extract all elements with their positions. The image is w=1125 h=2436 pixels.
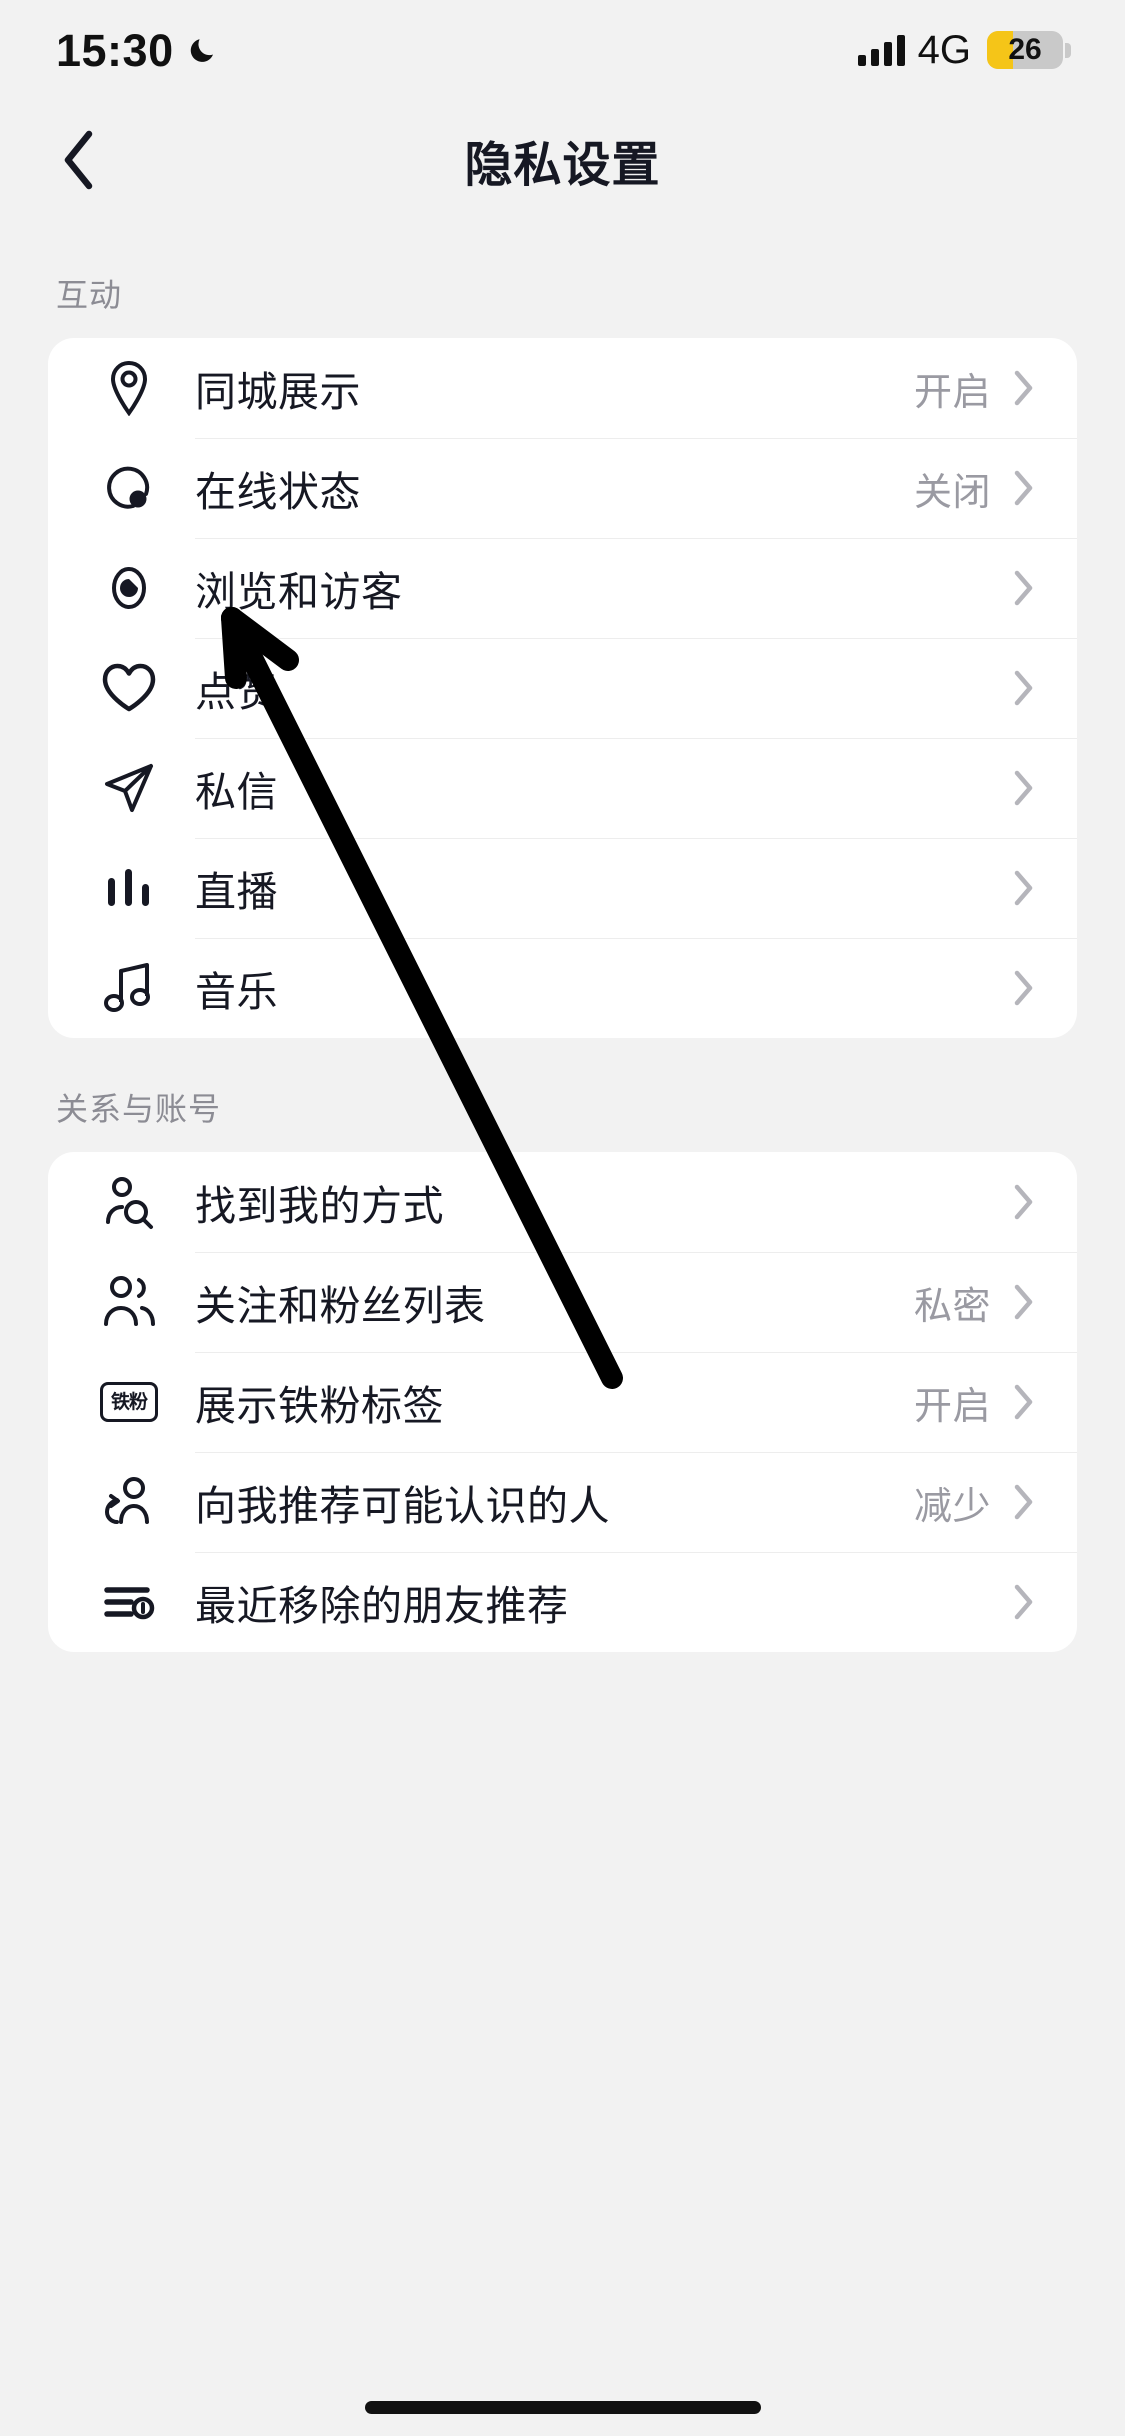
row-value: 关闭 xyxy=(913,471,991,514)
row-label: 浏览和访客 xyxy=(195,569,403,615)
settings-content: 互动 同城展示 开启 在线状态 关闭 浏览和访客 点赞 私信 直播 音乐 关系与… xyxy=(0,230,1125,1658)
live-bars-icon xyxy=(96,855,162,921)
row-following-and-fans-list[interactable]: 关注和粉丝列表 私密 xyxy=(48,1252,1077,1352)
row-show-superfan-badge[interactable]: 铁粉 展示铁粉标签 开启 xyxy=(48,1352,1077,1452)
row-same-city-display[interactable]: 同城展示 开启 xyxy=(48,338,1077,438)
battery-body: 26 xyxy=(987,31,1063,69)
row-value: 私密 xyxy=(913,1285,991,1328)
nav-bar: 隐私设置 xyxy=(0,100,1125,220)
settings-card-interaction: 同城展示 开启 在线状态 关闭 浏览和访客 点赞 私信 直播 音乐 xyxy=(48,338,1077,1038)
chevron-right-icon xyxy=(1013,1183,1035,1221)
row-browsing-and-visitors[interactable]: 浏览和访客 xyxy=(48,538,1077,638)
fan-badge-shape: 铁粉 xyxy=(100,1382,158,1422)
row-direct-messages[interactable]: 私信 xyxy=(48,738,1077,838)
row-live[interactable]: 直播 xyxy=(48,838,1077,938)
section-title-interaction: 互动 xyxy=(56,277,123,313)
eye-icon xyxy=(96,555,162,621)
chevron-right-icon xyxy=(1013,1483,1035,1521)
row-ways-to-find-me[interactable]: 找到我的方式 xyxy=(48,1152,1077,1252)
row-recommend-people-i-may-know[interactable]: 向我推荐可能认识的人 减少 xyxy=(48,1452,1077,1552)
row-music[interactable]: 音乐 xyxy=(48,938,1077,1038)
chevron-left-icon xyxy=(64,130,93,190)
row-label: 向我推荐可能认识的人 xyxy=(195,1483,610,1529)
status-bar: 15:30 4G 26 xyxy=(0,0,1125,100)
section-title-relationship-account: 关系与账号 xyxy=(56,1091,222,1127)
location-pin-icon xyxy=(96,355,162,421)
back-button[interactable] xyxy=(38,120,118,200)
row-label: 音乐 xyxy=(195,969,278,1015)
row-label: 在线状态 xyxy=(195,469,361,515)
row-label: 私信 xyxy=(195,769,278,815)
row-likes[interactable]: 点赞 xyxy=(48,638,1077,738)
status-bar-right: 4G 26 xyxy=(857,28,1071,72)
person-recommend-icon xyxy=(96,1469,162,1535)
filter-list-icon xyxy=(96,1569,162,1635)
home-indicator xyxy=(364,2401,761,2414)
row-label: 直播 xyxy=(195,869,278,915)
battery-cap xyxy=(1065,42,1071,58)
status-time: 15:30 xyxy=(56,24,174,76)
heart-icon xyxy=(96,655,162,721)
two-people-icon xyxy=(96,1269,162,1335)
row-label: 关注和粉丝列表 xyxy=(195,1283,486,1329)
chevron-right-icon xyxy=(1013,1283,1035,1321)
row-label: 展示铁粉标签 xyxy=(195,1383,444,1429)
fan-badge-icon: 铁粉 xyxy=(96,1369,162,1435)
row-value: 开启 xyxy=(913,1385,991,1428)
chevron-right-icon xyxy=(1013,369,1035,407)
online-status-icon xyxy=(96,455,162,521)
section-interaction: 互动 同城展示 开启 在线状态 关闭 浏览和访客 点赞 私信 直播 音乐 xyxy=(0,230,1125,1038)
row-value: 减少 xyxy=(913,1485,991,1528)
settings-card-relationship-account: 找到我的方式 关注和粉丝列表 私密 铁粉 展示铁粉标签 开启 向我推荐可能认识的… xyxy=(48,1152,1077,1652)
crescent-moon-icon xyxy=(188,34,220,66)
battery-indicator: 26 xyxy=(987,31,1071,69)
row-label: 同城展示 xyxy=(195,369,361,415)
section-relationship-account: 关系与账号 找到我的方式 关注和粉丝列表 私密 铁粉 展示铁粉标签 开启 向我推… xyxy=(0,1044,1125,1652)
chevron-right-icon xyxy=(1013,469,1035,507)
signal-bars-icon xyxy=(857,34,905,66)
chevron-right-icon xyxy=(1013,969,1035,1007)
fan-badge-label: 铁粉 xyxy=(110,1391,148,1413)
status-bar-left: 15:30 xyxy=(56,28,220,73)
row-label: 点赞 xyxy=(195,669,278,715)
page-title: 隐私设置 xyxy=(464,139,661,192)
paper-plane-icon xyxy=(96,755,162,821)
network-type-label: 4G xyxy=(917,28,971,72)
chevron-right-icon xyxy=(1013,669,1035,707)
chevron-right-icon xyxy=(1013,1383,1035,1421)
battery-level-label: 26 xyxy=(1008,33,1042,66)
music-note-icon xyxy=(96,955,162,1021)
chevron-right-icon xyxy=(1013,569,1035,607)
chevron-right-icon xyxy=(1013,769,1035,807)
row-online-status[interactable]: 在线状态 关闭 xyxy=(48,438,1077,538)
row-recently-removed-friend-suggestions[interactable]: 最近移除的朋友推荐 xyxy=(48,1552,1077,1652)
row-label: 最近移除的朋友推荐 xyxy=(195,1583,569,1629)
chevron-right-icon xyxy=(1013,1583,1035,1621)
phone-screen: 15:30 4G 26 隐私设置 互动 同城展示 开启 在线状态 关闭 浏览和访… xyxy=(0,0,1125,2436)
row-value: 开启 xyxy=(913,371,991,414)
chevron-right-icon xyxy=(1013,869,1035,907)
person-search-icon xyxy=(96,1169,162,1235)
row-label: 找到我的方式 xyxy=(195,1183,444,1229)
